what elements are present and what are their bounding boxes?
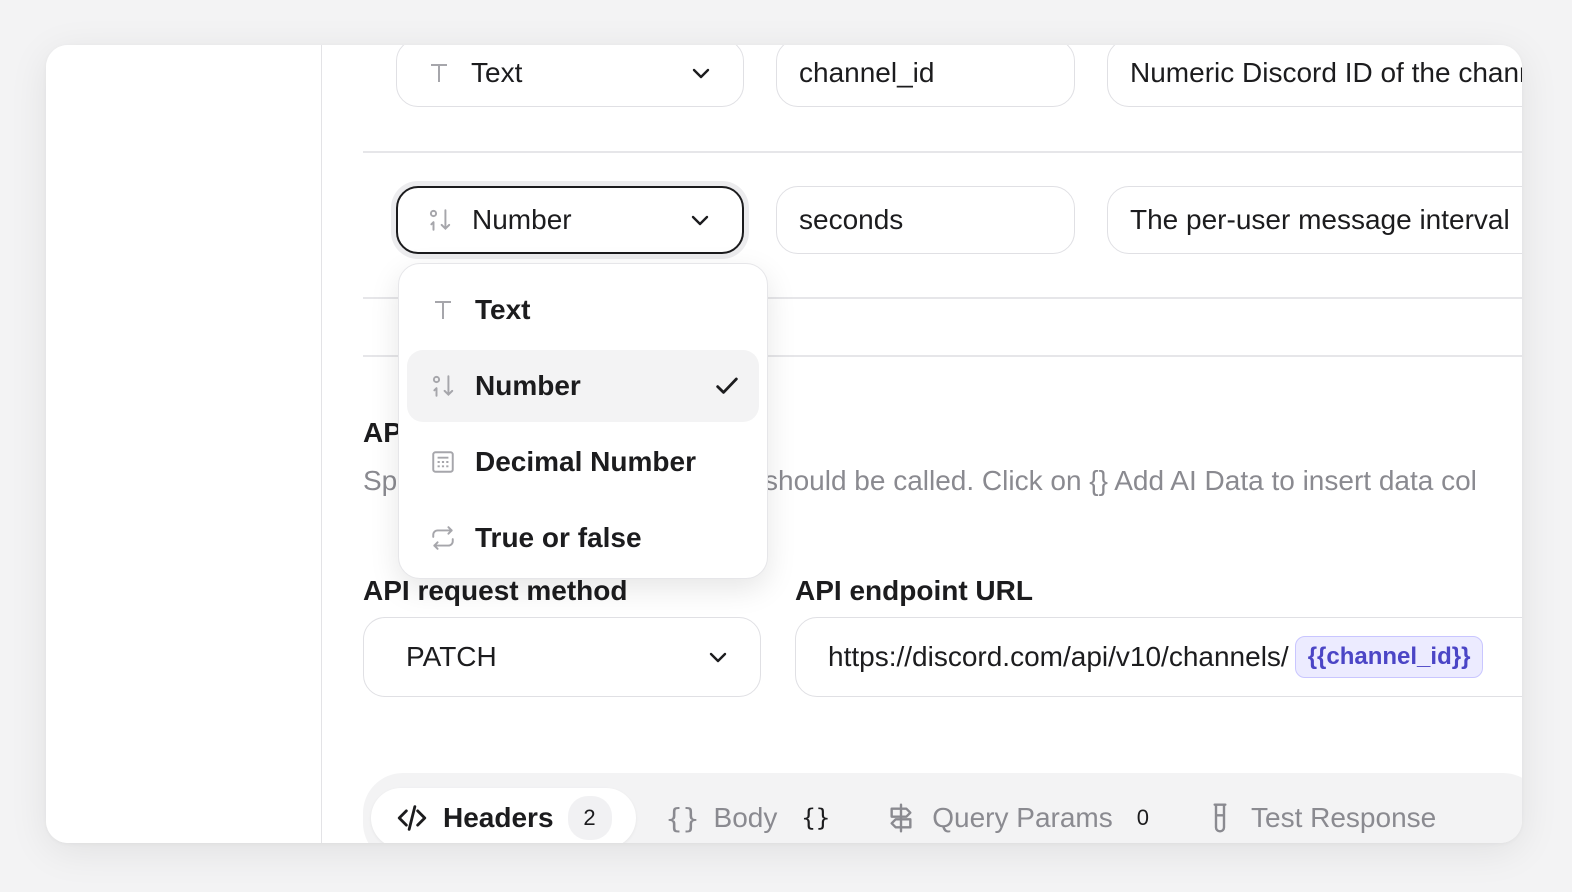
- param-type-select-active[interactable]: Number: [396, 186, 744, 254]
- toggle-repeat-icon: [429, 524, 457, 552]
- tab-headers[interactable]: Headers 2: [371, 788, 636, 843]
- code-icon: [395, 801, 429, 835]
- url-variable-pill[interactable]: {{channel_id}}: [1294, 636, 1484, 678]
- type-dropdown-menu: Text Number Decimal Number True or false: [398, 263, 768, 579]
- decimal-calculator-icon: [429, 448, 457, 476]
- tab-label: Headers: [443, 802, 554, 833]
- chevron-down-icon: [706, 645, 730, 669]
- method-value: PATCH: [406, 641, 497, 672]
- dropdown-option-label: Text: [475, 294, 531, 325]
- signpost-icon: [884, 801, 918, 835]
- number-type-icon: [429, 372, 457, 400]
- tab-body[interactable]: {} Body {}: [642, 788, 855, 843]
- dropdown-option-text[interactable]: Text: [407, 274, 759, 346]
- tab-label: Query Params: [932, 802, 1113, 833]
- param-type-select[interactable]: Text: [396, 45, 744, 107]
- tab-count-badge: 0: [1136, 805, 1149, 830]
- checkmark-icon: [713, 372, 741, 400]
- param-description-value: Numeric Discord ID of the channel: [1130, 57, 1522, 88]
- api-section-title: AP: [363, 417, 402, 448]
- param-name-value: channel_id: [799, 57, 935, 88]
- tab-label: Test Response: [1251, 802, 1437, 833]
- dropdown-option-label: Number: [475, 370, 581, 401]
- dropdown-option-label: True or false: [475, 522, 642, 553]
- url-value: https://discord.com/api/v10/channels/: [828, 641, 1289, 672]
- tab-count-badge: 2: [567, 796, 612, 840]
- method-select[interactable]: PATCH: [363, 617, 761, 697]
- param-name-input[interactable]: channel_id: [776, 45, 1075, 107]
- text-type-icon: [425, 59, 453, 87]
- chevron-down-icon: [688, 208, 712, 232]
- sidebar: [46, 45, 322, 843]
- param-type-label: Number: [472, 204, 572, 235]
- tab-query-params[interactable]: Query Params 0: [860, 788, 1173, 843]
- param-description-value: The per-user message interval: [1130, 204, 1510, 235]
- url-input[interactable]: https://discord.com/api/v10/channels/ {{…: [795, 617, 1522, 697]
- test-tube-icon: [1203, 801, 1237, 835]
- tab-count-badge: {}: [801, 804, 831, 832]
- tab-test-response[interactable]: Test Response: [1179, 788, 1460, 843]
- row-divider: [363, 151, 1522, 153]
- number-type-icon: [426, 206, 454, 234]
- param-name-input[interactable]: seconds: [776, 186, 1075, 254]
- text-type-icon: [429, 296, 457, 324]
- param-description-input[interactable]: Numeric Discord ID of the channel: [1107, 45, 1522, 107]
- method-label: API request method: [363, 575, 628, 606]
- param-description-input[interactable]: The per-user message interval: [1107, 186, 1522, 254]
- dropdown-option-label: Decimal Number: [475, 446, 696, 477]
- dropdown-option-boolean[interactable]: True or false: [407, 502, 759, 574]
- app-card: Text channel_id Numeric Discord ID of th…: [46, 45, 1522, 843]
- chevron-down-icon: [689, 61, 713, 85]
- tab-label: Body: [713, 802, 778, 833]
- api-section-description: should be called. Click on {} Add AI Dat…: [764, 465, 1477, 496]
- param-type-label: Text: [471, 57, 523, 88]
- dropdown-option-number[interactable]: Number: [407, 350, 759, 422]
- api-section-description-start: Sp: [363, 465, 398, 496]
- url-label: API endpoint URL: [795, 575, 1033, 606]
- param-name-value: seconds: [799, 204, 904, 235]
- request-tabs: Headers 2 {} Body {} Query Params 0 Test…: [363, 773, 1522, 843]
- braces-icon: {}: [665, 801, 700, 835]
- dropdown-option-decimal[interactable]: Decimal Number: [407, 426, 759, 498]
